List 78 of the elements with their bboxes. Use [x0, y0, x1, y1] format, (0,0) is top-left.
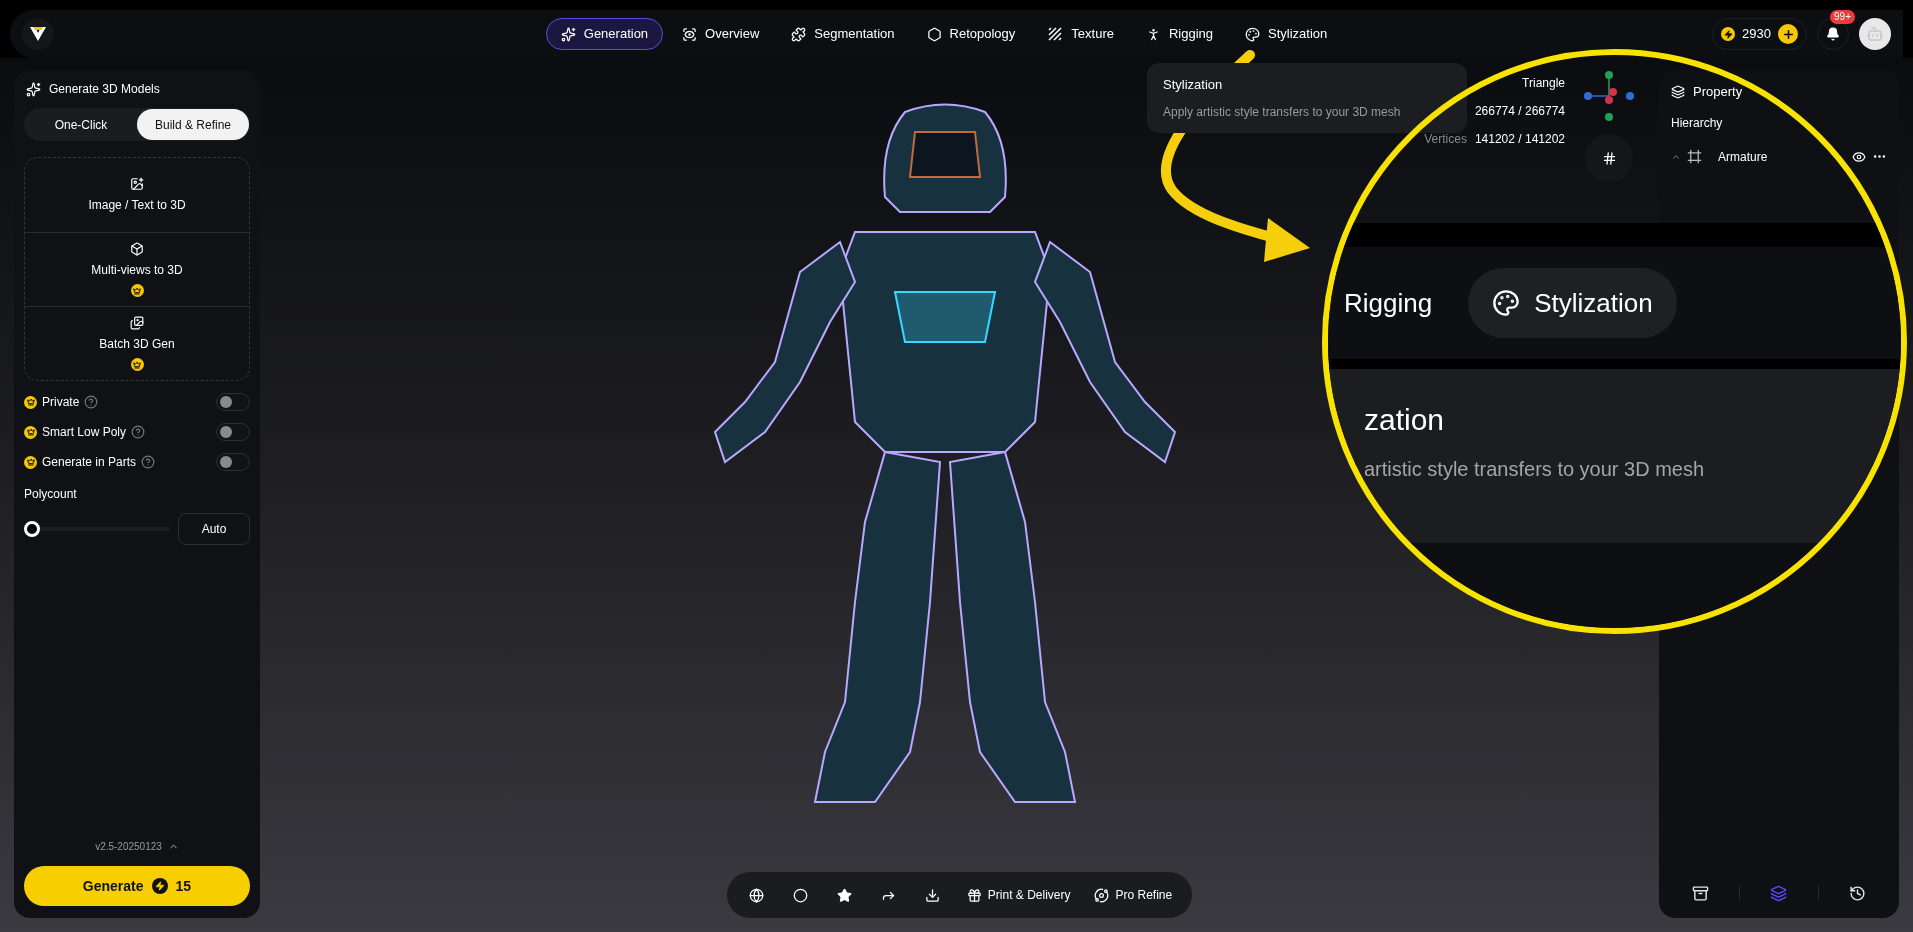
- globe-icon: [749, 887, 765, 903]
- option-label: Smart Low Poly: [42, 424, 127, 441]
- bell-icon: [1826, 27, 1840, 41]
- images-icon: [130, 316, 144, 330]
- history-icon: [1849, 884, 1867, 902]
- polycount-slider[interactable]: [24, 521, 170, 537]
- toggle-switch[interactable]: [216, 423, 250, 441]
- scan-icon: [682, 26, 698, 42]
- slider-thumb[interactable]: [24, 521, 40, 537]
- nav-tab[interactable]: Retopology: [913, 18, 1029, 50]
- help-icon[interactable]: [84, 395, 99, 409]
- hatch-icon: [1047, 26, 1064, 42]
- logo-icon[interactable]: [22, 18, 54, 50]
- add-credits-icon[interactable]: [1778, 24, 1798, 44]
- section-title: Hierarchy: [1671, 114, 1724, 132]
- hexagon-icon: [926, 26, 942, 42]
- tooltip-text: artistic style transfers to your 3D mesh: [1364, 457, 1706, 482]
- lightning-icon: [1721, 27, 1736, 41]
- version-label: v2.5-20250123: [95, 840, 162, 854]
- option-label: Private: [42, 394, 80, 411]
- archive-icon: [1691, 884, 1709, 902]
- stat-value: 266774 / 266774: [1474, 103, 1565, 120]
- image-edit-icon: [130, 176, 144, 191]
- eye-icon[interactable]: [1852, 149, 1866, 164]
- axis-gizmo-drawing[interactable]: [1584, 71, 1634, 121]
- option-label: Generate in Parts: [42, 454, 137, 471]
- robot-icon: [1866, 25, 1884, 43]
- tooltip-title: Stylization: [1163, 76, 1224, 94]
- star-icon: [837, 887, 853, 903]
- credits-count: 2930: [1742, 25, 1771, 44]
- auto-button[interactable]: Auto: [178, 513, 250, 545]
- polycount-label: Polycount: [24, 486, 78, 503]
- nav-tab[interactable]: Rigging: [1132, 18, 1227, 50]
- layers-icon: [1671, 84, 1685, 99]
- source-option[interactable]: Batch 3D Gen: [25, 306, 249, 380]
- cube-icon: [130, 242, 144, 256]
- gift-icon: [966, 887, 982, 903]
- stat-value: Triangle: [1522, 75, 1565, 92]
- circle-icon: [793, 887, 809, 903]
- hierarchy-item[interactable]: Armature: [1718, 147, 1768, 166]
- nav-tab[interactable]: Texture: [1034, 18, 1127, 50]
- palette-icon: [1245, 26, 1261, 42]
- frame-icon: [1687, 149, 1702, 164]
- generate-button[interactable]: Generate 15: [24, 866, 250, 906]
- sparkles-icon: [560, 26, 576, 42]
- palette-icon: [1492, 289, 1521, 317]
- mode-tab[interactable]: Build & Refine: [137, 109, 249, 140]
- toggle-switch[interactable]: [216, 453, 250, 471]
- toggle-switch[interactable]: [216, 393, 250, 411]
- panel-title: Generate 3D Models: [49, 81, 160, 98]
- notification-badge: 99+: [1830, 10, 1855, 24]
- tooltip-title: zation: [1364, 402, 1446, 438]
- source-option[interactable]: Image / Text to 3D: [25, 158, 249, 232]
- lightning-icon: [151, 878, 168, 894]
- download-icon: [925, 887, 941, 903]
- stat-label: Vertices: [1424, 131, 1467, 148]
- source-option[interactable]: Multi-views to 3D: [25, 232, 249, 306]
- avatar[interactable]: [1859, 18, 1891, 50]
- stat-value: 141202 / 141202: [1474, 131, 1565, 148]
- toolbar-button[interactable]: Pro Refine: [1084, 878, 1183, 912]
- puzzle-icon: [791, 26, 807, 42]
- grid-toggle-button[interactable]: [1585, 134, 1633, 182]
- nav-tab[interactable]: Stylization: [1232, 18, 1341, 50]
- toolbar-button[interactable]: Print & Delivery: [956, 878, 1081, 912]
- planet-icon: [1094, 887, 1110, 903]
- mode-tab[interactable]: One-Click: [25, 109, 137, 140]
- panel-title: Property: [1693, 83, 1743, 101]
- help-icon[interactable]: [131, 425, 146, 439]
- help-icon[interactable]: [141, 455, 156, 469]
- magnified-tab-label: Rigging: [1344, 286, 1433, 320]
- nav-tab[interactable]: Overview: [669, 18, 773, 50]
- tooltip-text: Apply artistic style transfers to your 3D mesh: [1163, 103, 1402, 121]
- layers-icon: [1770, 884, 1788, 902]
- generate-cost: 15: [175, 876, 192, 896]
- nav-tab[interactable]: Segmentation: [778, 18, 908, 50]
- nav-tab[interactable]: Generation: [545, 18, 664, 50]
- sparkles-icon: [26, 81, 41, 97]
- grid-icon: [1601, 150, 1617, 166]
